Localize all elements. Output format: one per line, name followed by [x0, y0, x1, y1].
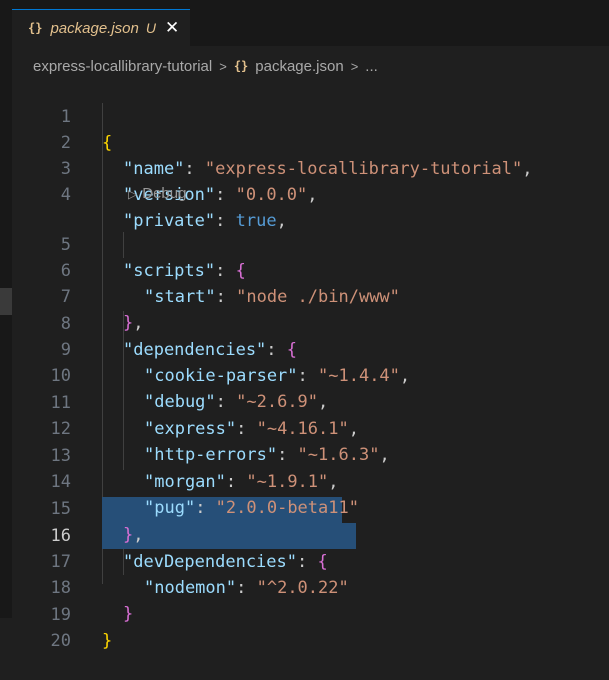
code-line: 18 }: [0, 549, 609, 624]
code-line: 9 "cookie-parser": "~1.4.4",: [0, 311, 609, 386]
play-icon: ▷: [128, 187, 138, 201]
json-file-icon: {}: [233, 59, 249, 73]
code-line: 2 "name": "express-locallibrary-tutorial…: [0, 104, 609, 179]
breadcrumb-file[interactable]: package.json: [255, 58, 343, 75]
code-line: 20: [0, 602, 609, 651]
code-line: 13 "morgan": "~1.9.1",: [0, 417, 609, 492]
code-line: 15 },: [0, 470, 609, 545]
debug-label: Debug: [142, 185, 187, 202]
json-file-icon: {}: [28, 21, 43, 35]
untracked-badge: U: [145, 20, 156, 36]
line-number: 4: [60, 185, 71, 205]
breadcrumb: express-locallibrary-tutorial > {} packa…: [33, 56, 378, 76]
code-line: 5 "scripts": {: [0, 206, 609, 281]
chevron-right-icon: >: [350, 58, 359, 74]
code-line: 6 "start": "node ./bin/www": [0, 232, 609, 307]
code-line: 7 },: [0, 258, 609, 333]
code-line: 17 "nodemon": "^2.0.22": [0, 523, 609, 598]
code-line: 10 "debug": "~2.6.9",: [0, 337, 609, 412]
code-line: 14 "pug": "2.0.0-beta11": [0, 443, 609, 518]
code-line: 1 {: [0, 78, 609, 153]
tab-package-json[interactable]: {} package.json U ✕: [12, 9, 190, 46]
tab-title: package.json: [50, 19, 139, 37]
breadcrumb-more[interactable]: ...: [365, 58, 378, 75]
code-line: 8 "dependencies": {: [0, 285, 609, 360]
code-line: 16 "devDependencies": {: [0, 497, 609, 572]
code-line: 3 "version": "0.0.0",: [0, 130, 609, 205]
line-number: 20: [50, 631, 71, 651]
code-editor[interactable]: 1 { 2 "name": "express-locallibrary-tuto…: [0, 78, 609, 651]
code-line: 11 "express": "~4.16.1",: [0, 364, 609, 439]
code-line: 19 }: [0, 576, 609, 651]
close-icon[interactable]: ✕: [165, 18, 179, 38]
chevron-right-icon: >: [219, 58, 227, 74]
code-line: 12 "http-errors": "~1.6.3",: [0, 390, 609, 465]
breadcrumb-folder[interactable]: express-locallibrary-tutorial: [33, 58, 212, 75]
debug-codelens[interactable]: ▷ Debug: [128, 182, 186, 206]
code-line: 4 "private": true,: [0, 156, 609, 231]
